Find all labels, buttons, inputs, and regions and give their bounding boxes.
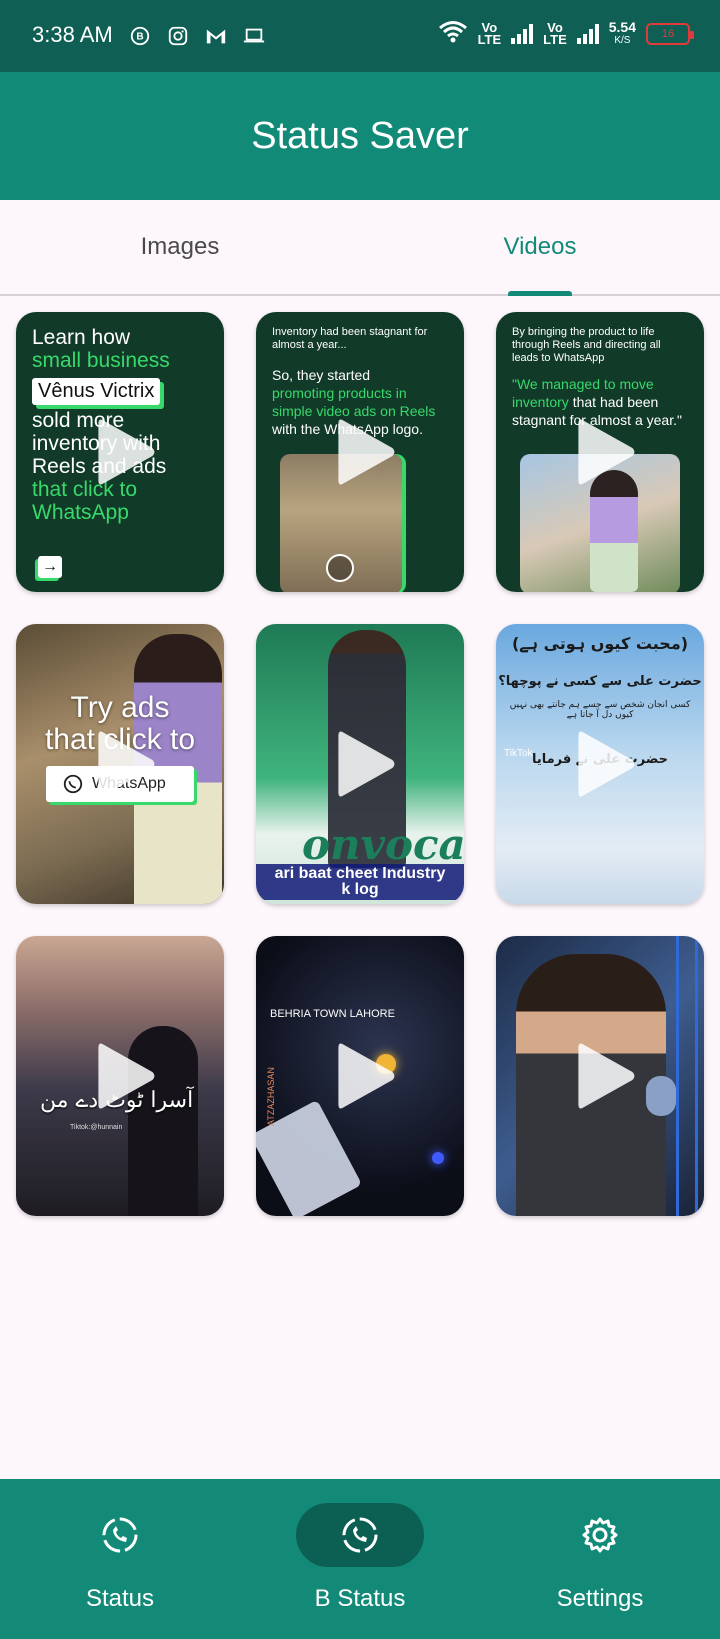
status-time: 3:38 AM <box>32 22 113 47</box>
arrow-right-icon: → <box>38 556 62 578</box>
app-title: Status Saver <box>251 114 469 157</box>
thumb-text: Tiktok:@hunnain <box>70 1124 123 1131</box>
bottom-navigation: Status B Status Settings <box>0 1479 720 1639</box>
tab-indicator <box>508 291 572 296</box>
play-icon <box>94 726 158 802</box>
network-speed: 5.54 K/S <box>608 18 636 46</box>
instagram-icon <box>166 24 190 48</box>
laptop-icon <box>242 24 266 48</box>
notification-icons: B <box>128 24 266 48</box>
video-thumbnail-7[interactable]: آسرا ٹوٹ دے من Tiktok:@hunnain <box>16 936 224 1216</box>
video-thumbnail-8[interactable]: BEHRIA TOWN LAHORE ATZAZHASAN <box>256 936 464 1216</box>
status-bar: 3:38 AM B Vo LTE Vo LTE 5.54 K/S 16 <box>0 0 720 72</box>
thumb-text: By bringing the product to life through … <box>512 326 661 364</box>
video-thumbnail-3[interactable]: By bringing the product to life through … <box>496 312 704 592</box>
nav-status[interactable]: Status <box>0 1479 240 1639</box>
play-icon <box>574 414 638 490</box>
signal-icon-2 <box>576 23 599 44</box>
nav-b-status-pill <box>296 1503 424 1567</box>
thumb-text: (محبت کیوں ہوتی ہے) <box>511 634 689 653</box>
whatsapp-status-icon <box>102 1517 138 1553</box>
tab-bar: Images Videos <box>0 200 720 296</box>
whatsapp-business-icon: B <box>128 24 152 48</box>
tab-images-label: Images <box>140 233 220 260</box>
video-thumbnail-6[interactable]: (محبت کیوں ہوتی ہے) حضرت علی سے کسی نے پ… <box>496 624 704 904</box>
battery-icon: 16 <box>646 22 694 45</box>
play-icon <box>94 1038 158 1114</box>
system-icons: Vo LTE Vo LTE 5.54 K/S 16 <box>438 18 694 47</box>
wifi-icon <box>438 20 468 47</box>
play-icon <box>574 726 638 802</box>
play-icon <box>574 1038 638 1114</box>
nav-b-status[interactable]: B Status <box>240 1479 480 1639</box>
network-type-2: Vo LTE <box>543 19 567 47</box>
svg-text:B: B <box>136 32 143 43</box>
location-tag: BEHRIA TOWN LAHORE <box>270 1008 395 1020</box>
nav-settings[interactable]: Settings <box>480 1479 720 1639</box>
gear-icon <box>582 1517 618 1553</box>
stage-truss-image <box>676 936 698 1216</box>
tab-videos-label: Videos <box>503 233 577 260</box>
thumb-text: کسی انجان شخص سے جسے ہم جانتے بھی نہیں ک… <box>509 700 691 720</box>
signal-icon-1 <box>511 23 534 44</box>
nav-b-status-label: B Status <box>314 1585 406 1612</box>
thumb-text: حضرت علی سے کسی نے پوچھا؟ <box>498 674 702 689</box>
nav-status-pill <box>56 1503 184 1567</box>
app-bar: Status Saver <box>0 72 720 200</box>
video-thumbnail-4[interactable]: Try ads that click to WhatsApp <box>16 624 224 904</box>
nav-status-label: Status <box>85 1585 155 1612</box>
microphone-image <box>646 1076 676 1116</box>
watermark-text: ATZAZHASAN <box>266 1067 276 1126</box>
thumb-text: Inventory had been stagnant for almost a… <box>272 326 428 351</box>
thumb-text: WhatsApp <box>32 501 129 524</box>
nav-settings-pill <box>536 1503 664 1567</box>
gmail-icon <box>204 24 228 48</box>
play-icon <box>334 414 398 490</box>
network-type-1: Vo LTE <box>477 19 502 47</box>
play-icon <box>94 414 158 490</box>
play-icon <box>334 1038 398 1114</box>
video-thumbnail-9[interactable] <box>496 936 704 1216</box>
play-icon <box>334 726 398 802</box>
video-thumbnail-2[interactable]: Inventory had been stagnant for almost a… <box>256 312 464 592</box>
nav-settings-label: Settings <box>556 1585 644 1612</box>
thumb-caption: ari baat cheet Industry k log <box>256 864 464 900</box>
thumb-text: Learn how <box>32 326 131 349</box>
tab-images[interactable]: Images <box>0 200 360 294</box>
video-thumbnail-1[interactable]: Learn how small business Vênus Victrix s… <box>16 312 224 592</box>
video-grid: Learn how small business Vênus Victrix s… <box>16 312 704 1216</box>
thumb-text: small business <box>32 349 170 372</box>
light-image <box>432 1152 444 1164</box>
mini-play-icon <box>326 554 354 582</box>
whatsapp-business-status-icon <box>342 1517 378 1553</box>
brand-label: Vênus Victrix <box>32 378 161 405</box>
thumb-text: onvocati <box>302 820 464 869</box>
video-thumbnail-5[interactable]: onvocati ari baat cheet Industry k log <box>256 624 464 904</box>
whatsapp-icon <box>63 774 83 794</box>
tab-videos[interactable]: Videos <box>360 200 720 296</box>
